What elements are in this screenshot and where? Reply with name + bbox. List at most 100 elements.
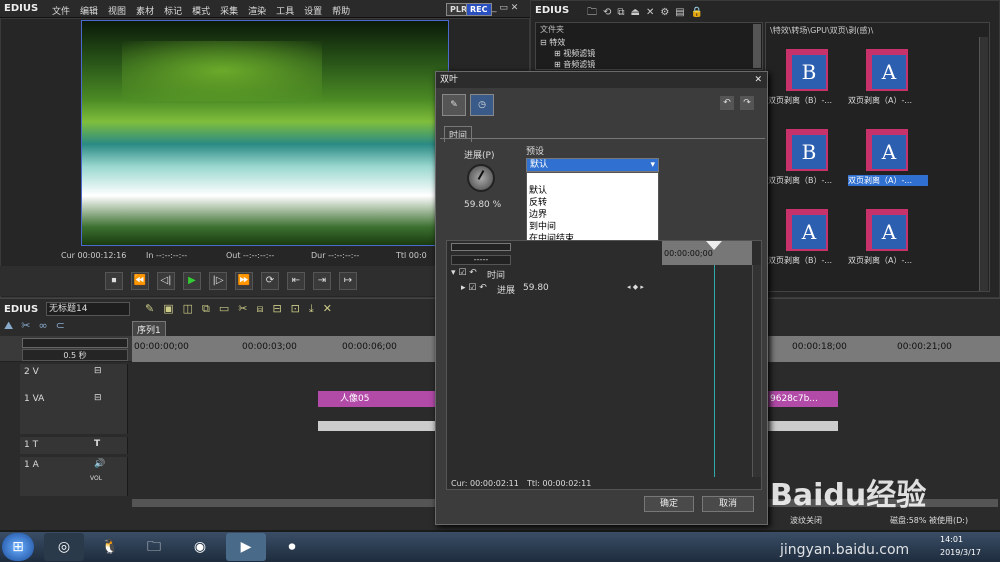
window-controls[interactable]: _ ▭ ✕ [492, 3, 518, 13]
tree-header: 文件夹 [540, 25, 564, 34]
transport-button[interactable]: ⟳ [261, 272, 279, 290]
explorer-icon[interactable]: 🗀 [134, 533, 174, 561]
progress-knob[interactable] [467, 164, 495, 192]
tree-scrollbar[interactable] [753, 24, 761, 68]
preset-option[interactable]: 默认 [527, 185, 658, 197]
menu-item[interactable]: 渲染 [248, 4, 266, 17]
undo-icon[interactable]: ↶ [720, 96, 734, 110]
app-360-icon[interactable]: ◎ [44, 533, 84, 561]
preset-selected-value: 默认 [530, 160, 549, 170]
tree-items[interactable]: ⊟ 特效 ⊞ 视频滤镜 ⊞ 音频滤镜 [540, 37, 595, 70]
preset-option[interactable]: 反转 [527, 197, 658, 209]
transport-button[interactable]: ⏹ [105, 272, 123, 290]
transport-button[interactable]: ⇥ [313, 272, 331, 290]
clock-icon[interactable]: ◷ [470, 94, 494, 116]
speaker-icon: 🔊 [94, 459, 106, 469]
kf-row-progress-label: 进展 [497, 286, 516, 296]
menu-item[interactable]: 采集 [220, 4, 238, 17]
effect-label: 双页剥离（B）-... [768, 256, 833, 265]
qq-icon[interactable]: 🐧 [90, 533, 130, 561]
preset-option[interactable]: 到中间 [527, 221, 658, 233]
palette-icon[interactable]: ✎ [442, 94, 466, 116]
timecode-in: In --:--:--:-- [146, 251, 188, 260]
bin-toolbar[interactable]: 🗀⟲⧉⏏✕⚙▤🔒 [587, 5, 709, 22]
effect-browser: \特效\转场\GPU\双页\剥(感)\ B 双页剥离（B）-... A 双页剥离（A）… [765, 22, 990, 292]
transport-button[interactable]: ◁| [157, 272, 175, 290]
app-logo: EDIUS [4, 3, 39, 14]
browser-scrollbar[interactable] [979, 37, 988, 291]
expand-icon[interactable]: ▾ ☑ ↶ [451, 268, 477, 278]
ripple-status[interactable]: 波纹关闭 [790, 515, 822, 526]
tree-item-video-filters[interactable]: 视频滤镜 [563, 49, 595, 58]
tab-time[interactable]: 时间 [444, 126, 473, 142]
clock-date[interactable]: 2019/3/17 [940, 548, 981, 557]
audio-clip[interactable] [768, 421, 838, 431]
audio-clip[interactable] [318, 421, 438, 431]
effect-label: 双页剥离（B）-... [768, 96, 833, 105]
preset-select[interactable]: 默认 ▾ [526, 158, 659, 172]
project-name[interactable]: 无标题14 [46, 302, 130, 316]
zoom-level[interactable]: 0.5 秒 [22, 349, 128, 361]
clock-time[interactable]: 14:01 [940, 535, 963, 544]
menu-item[interactable]: 标记 [164, 4, 182, 17]
clip-portrait[interactable]: 人像05 [318, 391, 438, 407]
firefox-icon[interactable]: ◉ [180, 533, 220, 561]
effect-letter: A [872, 215, 906, 249]
menu-item[interactable]: 素材 [136, 4, 154, 17]
tree-item-effects[interactable]: 特效 [549, 38, 565, 47]
transport-button[interactable]: ⇤ [287, 272, 305, 290]
chevron-down-icon: ▾ [650, 160, 655, 170]
timecode-out: Out --:--:--:-- [226, 251, 275, 260]
kf-ruler-label: 00:00:00;00 [664, 249, 713, 258]
track-name: 2 V [24, 367, 39, 377]
tree-item-audio-filters[interactable]: 音频滤镜 [563, 60, 595, 69]
track-tools[interactable]: ⛰✂∞⊂ [4, 319, 73, 333]
preset-option[interactable]: 边界 [527, 209, 658, 221]
effect-thumbnail[interactable]: B [784, 127, 830, 173]
menu-item[interactable]: 工具 [276, 4, 294, 17]
close-icon[interactable]: ✕ [754, 72, 762, 88]
expand-icon[interactable]: ▸ ☑ ↶ [461, 283, 487, 293]
effect-thumbnail[interactable]: A [864, 207, 910, 253]
kf-row-time[interactable]: ▾ ☑ ↶ 时间 [447, 267, 659, 281]
video-preview [81, 20, 449, 246]
kf-zoom-level[interactable]: ----- [451, 255, 511, 265]
effect-thumbnail[interactable]: B [784, 47, 830, 93]
bin-logo: EDIUS [535, 5, 570, 16]
zoom-slider[interactable] [22, 338, 128, 348]
menu-item[interactable]: 编辑 [80, 4, 98, 17]
menu-item[interactable]: 设置 [304, 4, 322, 17]
edius-icon[interactable]: ▶ [226, 533, 266, 561]
kf-row-progress[interactable]: ▸ ☑ ↶ 进展 59.80 ◂ ◆ ▸ [447, 282, 659, 296]
effect-thumbnail[interactable]: A [784, 207, 830, 253]
redo-icon[interactable]: ↷ [740, 96, 754, 110]
effect-thumbnail[interactable]: A [864, 47, 910, 93]
effect-thumbnail[interactable]: A [864, 127, 910, 173]
transport-button[interactable]: ⏩ [235, 272, 253, 290]
folder-tree: 文件夹 ⊟ 特效 ⊞ 视频滤镜 ⊞ 音频滤镜 [535, 22, 763, 70]
clip-second[interactable]: 9628c7b... [768, 391, 838, 407]
ok-button[interactable]: 确定 [644, 496, 694, 512]
track-name: 1 T [24, 440, 39, 450]
kf-zoom-slider[interactable] [451, 243, 511, 251]
transport-button[interactable]: |▷ [209, 272, 227, 290]
cancel-button[interactable]: 取消 [702, 496, 754, 512]
menu-item[interactable]: 视图 [108, 4, 126, 17]
menu-item[interactable]: 帮助 [332, 4, 350, 17]
kf-nav-icons[interactable]: ◂ ◆ ▸ [627, 283, 644, 291]
menu-item[interactable]: 模式 [192, 4, 210, 17]
kf-ruler[interactable]: 00:00:00;00 [662, 241, 752, 265]
menu-item[interactable]: 文件 [52, 4, 70, 17]
kf-scrollbar[interactable] [752, 265, 761, 477]
start-button[interactable]: ⊞ [2, 533, 34, 561]
kf-playhead[interactable] [706, 241, 722, 250]
track-name: 1 VA [24, 394, 45, 404]
kf-row-progress-value[interactable]: 59.80 [523, 283, 549, 293]
progress-value: 59.80 % [464, 200, 502, 210]
recorder-icon[interactable]: ⏺ [272, 533, 312, 561]
rec-button[interactable]: REC [466, 3, 492, 16]
transport-button[interactable]: ⏪ [131, 272, 149, 290]
transport-button[interactable]: ▶ [183, 272, 201, 290]
timeline-toolbar[interactable]: ✎▣◫⧉▭✂⧈⊟⊡⤓✕ [145, 302, 341, 316]
transport-button[interactable]: ↦ [339, 272, 357, 290]
